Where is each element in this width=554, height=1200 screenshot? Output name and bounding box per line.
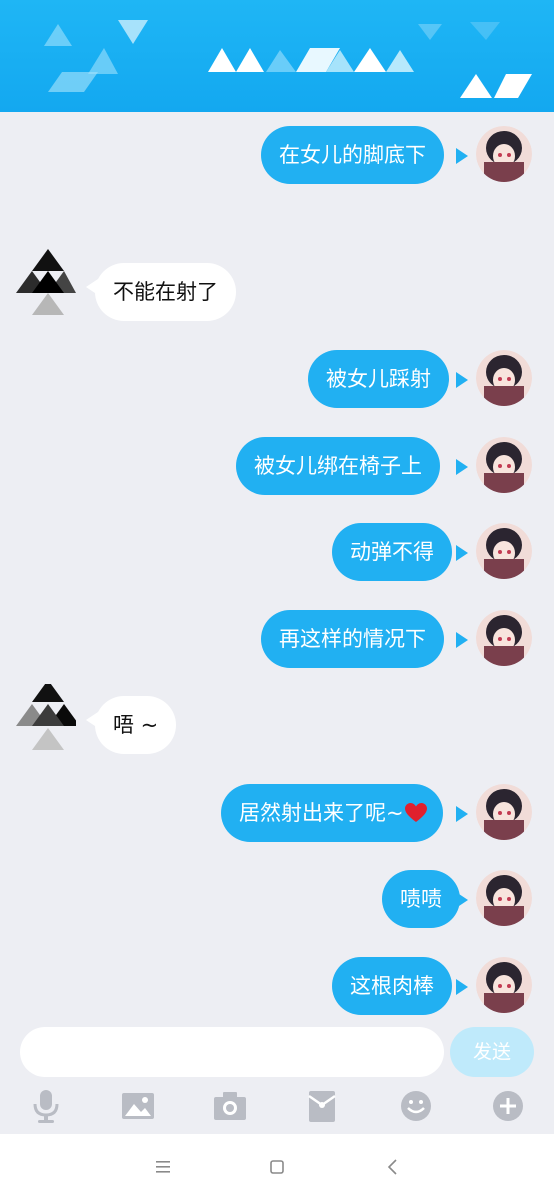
emoji-icon[interactable] xyxy=(396,1088,436,1124)
system-navigation-bar xyxy=(0,1134,554,1200)
my-avatar[interactable] xyxy=(476,126,532,182)
message-bubble[interactable]: 不能在射了 xyxy=(95,263,236,321)
message-bubble[interactable]: 再这样的情况下 xyxy=(261,610,444,668)
message-bubble[interactable]: 被女儿踩射 xyxy=(308,350,449,408)
my-avatar[interactable] xyxy=(476,957,532,1013)
camera-icon[interactable] xyxy=(210,1088,250,1124)
back-icon[interactable] xyxy=(378,1152,408,1182)
message-out: 这根肉棒 xyxy=(0,957,554,1017)
message-out: 被女儿踩射 xyxy=(0,350,554,410)
red-packet-icon[interactable] xyxy=(302,1088,342,1124)
my-avatar[interactable] xyxy=(476,870,532,926)
message-in: 不能在射了 xyxy=(0,249,554,337)
my-avatar[interactable] xyxy=(476,437,532,493)
plus-icon[interactable] xyxy=(488,1088,528,1124)
composer: 发送 xyxy=(0,1022,554,1134)
message-bubble[interactable]: 居然射出来了呢~ xyxy=(221,784,443,842)
home-icon[interactable] xyxy=(262,1152,292,1182)
message-out: 居然射出来了呢~ xyxy=(0,784,554,844)
header-pixelated-title xyxy=(44,20,532,98)
message-out: 在女儿的脚底下 xyxy=(0,126,554,186)
chat-header xyxy=(0,0,554,112)
message-bubble[interactable]: 啧啧 xyxy=(382,870,460,928)
message-out: 动弹不得 xyxy=(0,523,554,583)
message-text: 居然射出来了呢~ xyxy=(239,801,404,825)
my-avatar[interactable] xyxy=(476,784,532,840)
my-avatar[interactable] xyxy=(476,350,532,406)
message-bubble[interactable]: 这根肉棒 xyxy=(332,957,452,1015)
message-input[interactable] xyxy=(20,1027,444,1077)
message-bubble[interactable]: 动弹不得 xyxy=(332,523,452,581)
image-icon[interactable] xyxy=(118,1088,158,1124)
send-button[interactable]: 发送 xyxy=(450,1027,534,1077)
message-out: 被女儿绑在椅子上 xyxy=(0,437,554,497)
my-avatar[interactable] xyxy=(476,610,532,666)
heart-emoji-icon xyxy=(404,803,427,822)
message-out: 再这样的情况下 xyxy=(0,610,554,670)
message-list[interactable]: 在女儿的脚底下 不能在射了 被女儿踩射 被女儿绑在椅子上 动弹不得 再这样的情况… xyxy=(0,112,554,1022)
contact-avatar[interactable] xyxy=(12,249,76,329)
message-bubble[interactable]: 唔 ~ xyxy=(95,696,177,754)
menu-icon[interactable] xyxy=(148,1152,178,1182)
message-bubble[interactable]: 在女儿的脚底下 xyxy=(261,126,444,184)
microphone-icon[interactable] xyxy=(26,1088,66,1124)
contact-avatar[interactable] xyxy=(12,680,80,764)
message-in: 唔 ~ xyxy=(0,680,554,770)
my-avatar[interactable] xyxy=(476,523,532,579)
message-out: 啧啧 xyxy=(0,870,554,930)
message-bubble[interactable]: 被女儿绑在椅子上 xyxy=(236,437,440,495)
